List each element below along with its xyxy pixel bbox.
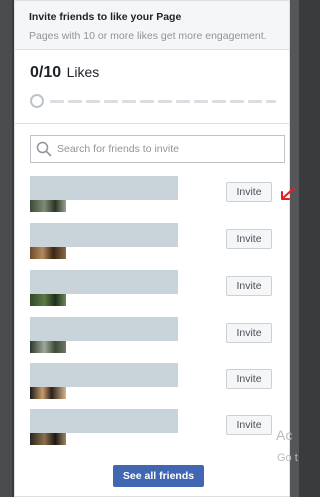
progress-step (230, 100, 244, 103)
invite-friends-panel: Invite friends to like your Page Pages w… (14, 0, 290, 497)
progress-step (158, 100, 172, 103)
friend-photo (30, 387, 66, 399)
right-background-strip (289, 0, 299, 497)
progress-step (104, 100, 118, 103)
redacted-friend-name (30, 409, 178, 433)
panel-title: Invite friends to like your Page (29, 11, 182, 23)
progress-step (122, 100, 136, 103)
invite-button[interactable]: Invite (226, 369, 272, 389)
invite-button[interactable]: Invite (226, 182, 272, 202)
friend-row: Invite (30, 363, 285, 403)
invite-button[interactable]: Invite (226, 276, 272, 296)
friend-photo (30, 200, 66, 212)
invite-button[interactable]: Invite (226, 323, 272, 343)
search-icon (36, 141, 52, 157)
friend-photo (30, 247, 66, 259)
invite-button[interactable]: Invite (226, 229, 272, 249)
progress-step (266, 100, 276, 103)
see-all-friends-button[interactable]: See all friends (113, 465, 204, 487)
friend-row: Invite (30, 270, 285, 310)
likes-count: 0/10 (30, 64, 62, 81)
redacted-friend-name (30, 223, 178, 247)
activation-watermark-subtext: Go t (277, 452, 298, 464)
likes-label: Likes (66, 64, 100, 80)
friend-photo (30, 433, 66, 445)
section-divider (15, 123, 289, 124)
friend-row: Invite (30, 176, 285, 216)
red-arrow-annotation (281, 187, 295, 200)
progress-step (140, 100, 154, 103)
progress-knob (30, 94, 44, 108)
likes-counter: 0/10 Likes (30, 64, 99, 82)
redacted-friend-name (30, 270, 178, 294)
friend-search[interactable] (30, 135, 285, 163)
redacted-friend-name (30, 363, 178, 387)
friend-row: Invite (30, 317, 285, 357)
redacted-friend-name (30, 317, 178, 341)
friend-row: Invite (30, 223, 285, 263)
friend-photo (30, 294, 66, 306)
progress-step (50, 100, 64, 103)
progress-step (176, 100, 190, 103)
progress-step (86, 100, 100, 103)
redacted-friend-name (30, 176, 178, 200)
panel-header: Invite friends to like your Page Pages w… (15, 1, 289, 50)
progress-step (212, 100, 226, 103)
search-input[interactable] (57, 136, 279, 162)
panel-subtitle: Pages with 10 or more likes get more eng… (29, 30, 267, 42)
progress-step (248, 100, 262, 103)
invite-button[interactable]: Invite (226, 415, 272, 435)
left-background-strip (0, 0, 12, 497)
friend-photo (30, 341, 66, 353)
friend-row: Invite (30, 409, 285, 449)
progress-step (194, 100, 208, 103)
activation-watermark: Ac (276, 427, 293, 443)
progress-step (68, 100, 82, 103)
